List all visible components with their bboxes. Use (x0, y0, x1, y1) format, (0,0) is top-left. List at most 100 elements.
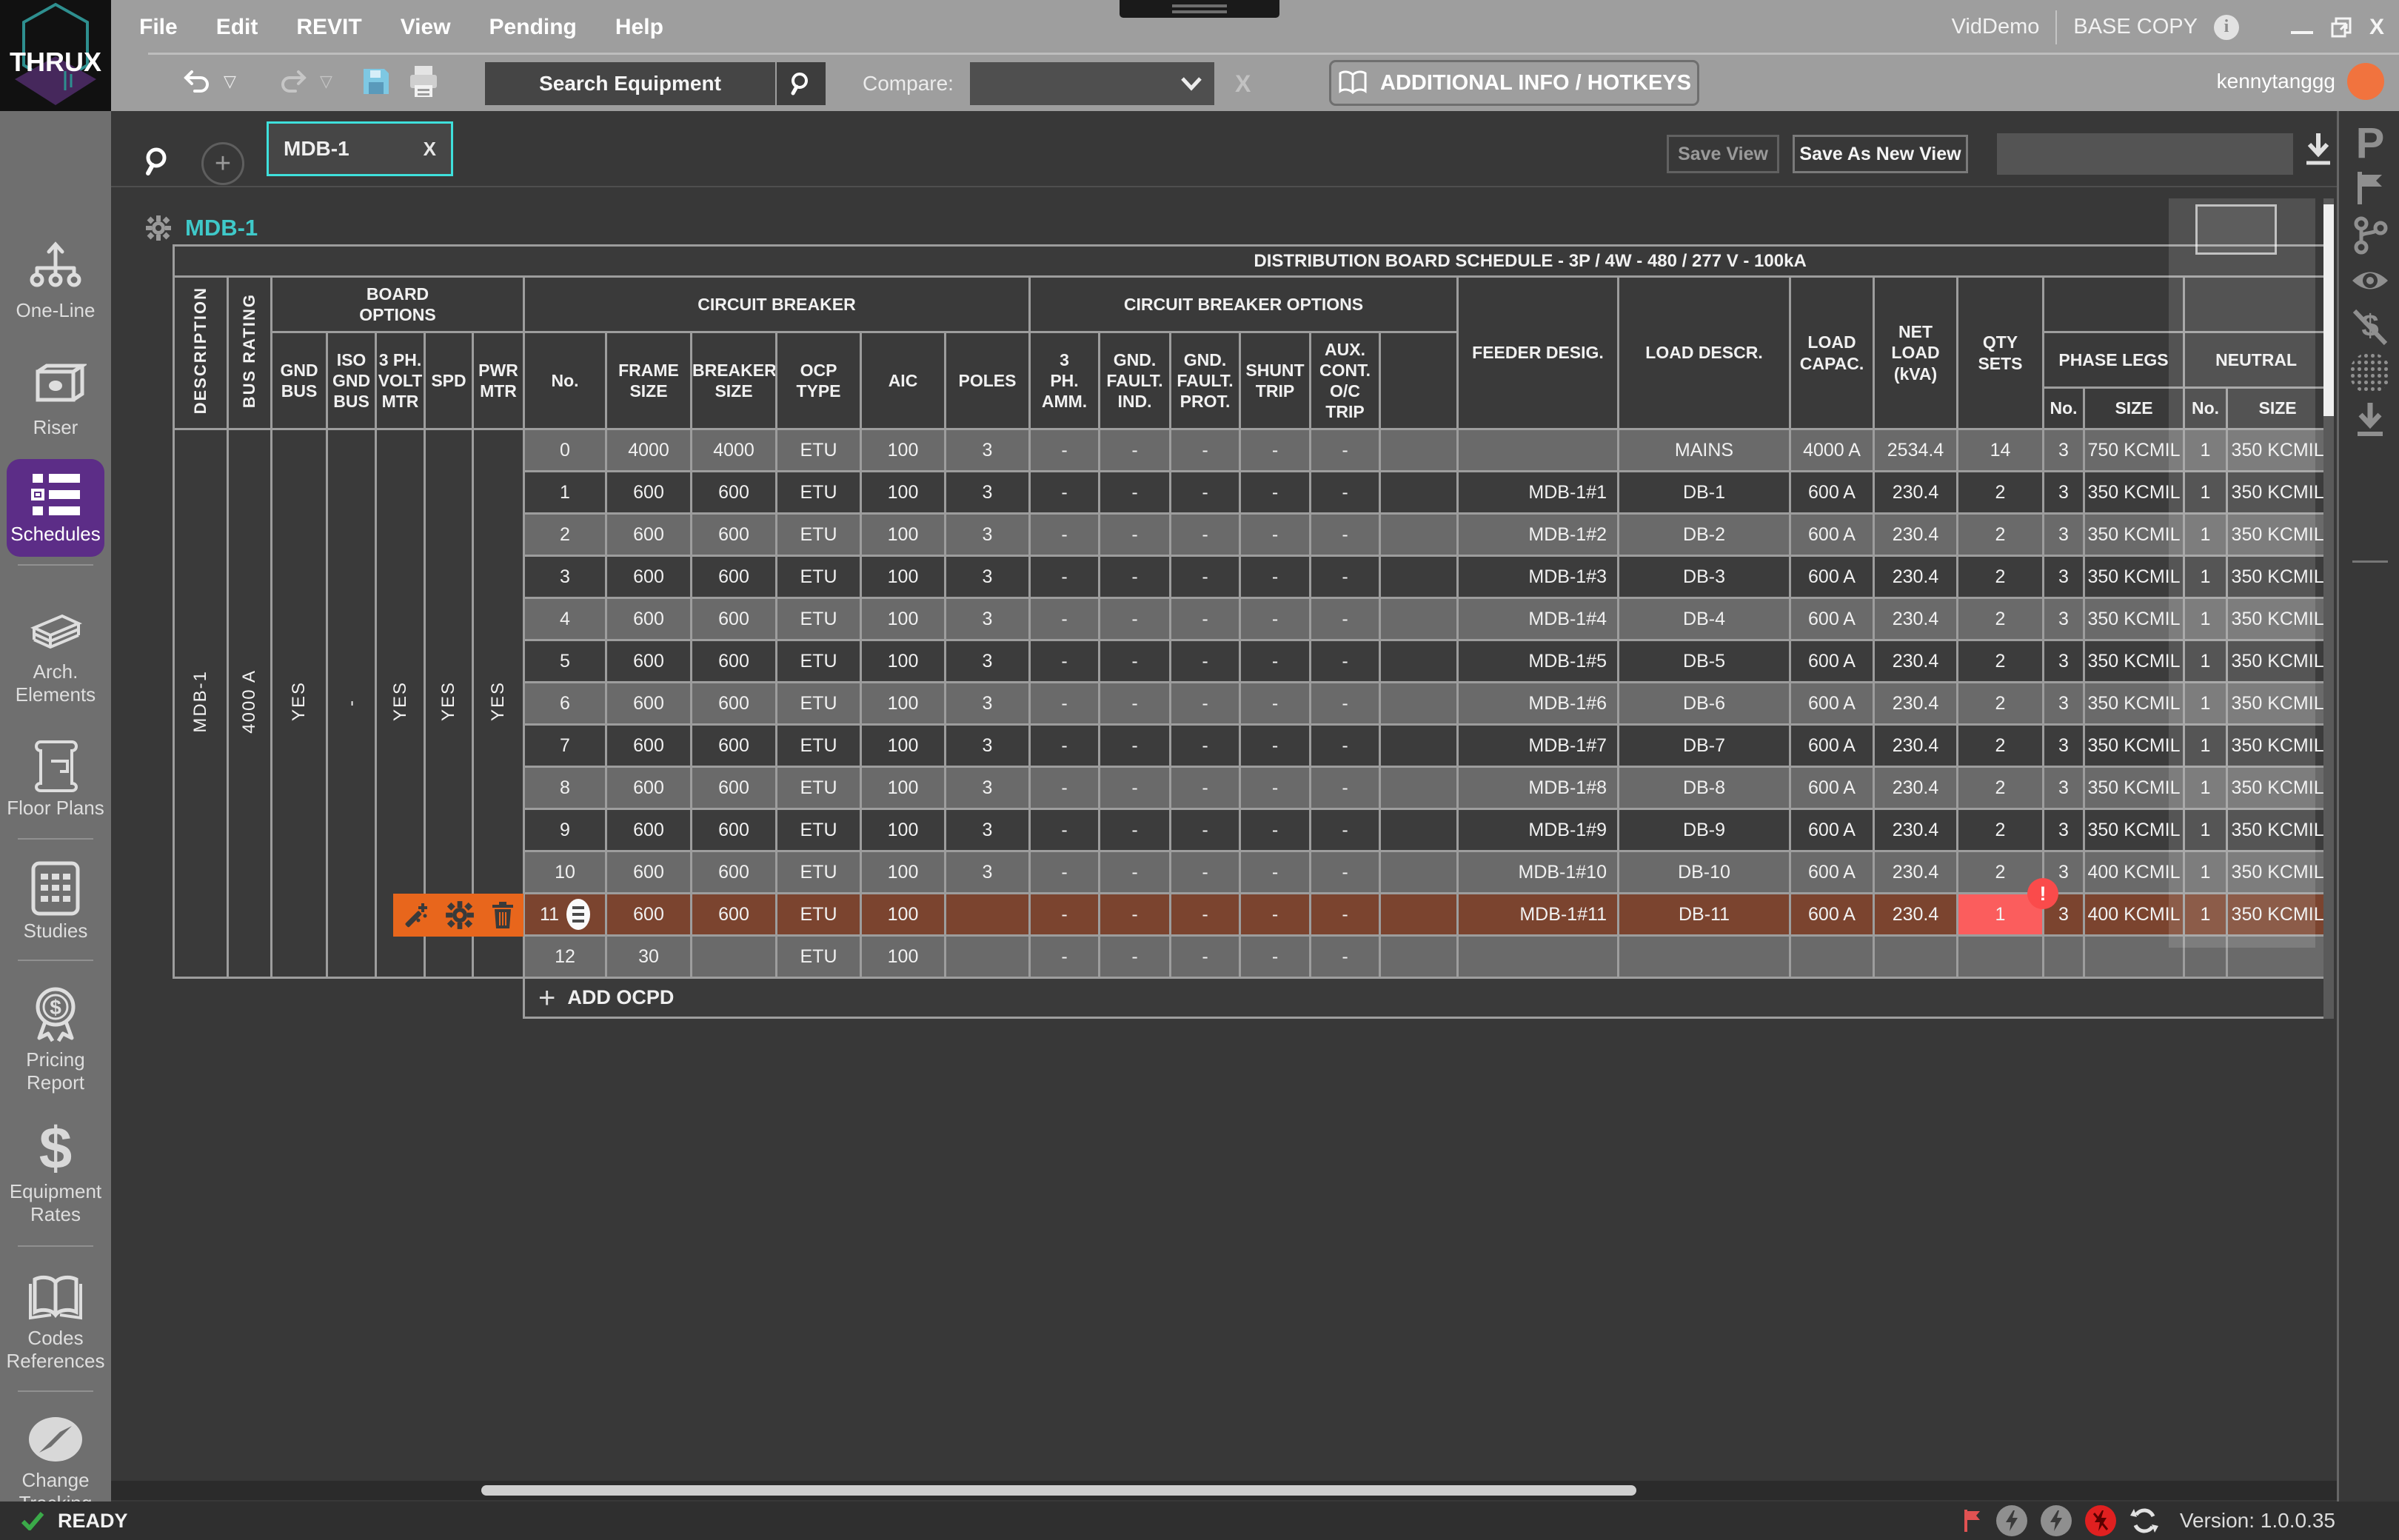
pricing-panel-icon[interactable]: P (2339, 118, 2399, 168)
load-capac-cell[interactable]: 600 A (1790, 556, 1874, 598)
3ph-amm-cell[interactable]: - (1030, 683, 1100, 725)
actions-cell[interactable] (1380, 683, 1458, 725)
ocp-type-cell[interactable]: ETU (777, 683, 861, 725)
additional-info-button[interactable]: ADDITIONAL INFO / HOTKEYS (1329, 60, 1699, 106)
feeder-desig-cell[interactable]: MDB-1#1 (1458, 472, 1619, 514)
sidebar-item-codes-references[interactable]: Codes References (0, 1272, 111, 1373)
load-capac-cell[interactable] (1790, 936, 1874, 978)
close-button[interactable]: X (2369, 15, 2384, 40)
net-load-cell[interactable]: 230.4 (1874, 472, 1958, 514)
aux-cont-cell[interactable]: - (1311, 851, 1380, 894)
frame-size-cell[interactable]: 600 (606, 894, 692, 936)
load-capac-cell[interactable]: 600 A (1790, 809, 1874, 851)
aic-cell[interactable]: 100 (861, 809, 946, 851)
aic-cell[interactable]: 100 (861, 936, 946, 978)
load-capac-cell[interactable]: 600 A (1790, 767, 1874, 809)
aux-cont-cell[interactable]: - (1311, 514, 1380, 556)
load-capac-cell[interactable]: 4000 A (1790, 429, 1874, 472)
menu-view[interactable]: View (401, 15, 451, 40)
gnd-fault-ind-cell[interactable]: - (1100, 472, 1171, 514)
shunt-trip-cell[interactable]: - (1240, 598, 1311, 640)
aux-cont-cell[interactable]: - (1311, 640, 1380, 683)
qty-sets-cell[interactable]: 2 (1958, 514, 2044, 556)
refresh-icon[interactable] (2129, 1506, 2159, 1536)
poles-cell[interactable]: 3 (946, 472, 1030, 514)
actions-cell[interactable] (1380, 809, 1458, 851)
minimap-viewport[interactable] (2195, 204, 2277, 255)
load-descr-cell[interactable]: MAINS (1619, 429, 1790, 472)
breaker-size-cell[interactable] (692, 936, 777, 978)
ocp-type-cell[interactable]: ETU (777, 556, 861, 598)
ocp-type-cell[interactable]: ETU (777, 640, 861, 683)
load-descr-cell[interactable]: DB-5 (1619, 640, 1790, 683)
shunt-trip-cell[interactable]: - (1240, 894, 1311, 936)
gnd-fault-ind-cell[interactable]: - (1100, 598, 1171, 640)
magic-wand-icon[interactable] (401, 900, 430, 930)
gnd-fault-ind-cell[interactable]: - (1100, 683, 1171, 725)
shunt-trip-cell[interactable]: - (1240, 556, 1311, 598)
actions-cell[interactable] (1380, 556, 1458, 598)
frame-size-cell[interactable]: 600 (606, 725, 692, 767)
gnd-fault-prot-cell[interactable]: - (1171, 767, 1240, 809)
load-capac-cell[interactable]: 600 A (1790, 683, 1874, 725)
menu-edit[interactable]: Edit (216, 15, 258, 40)
net-load-cell[interactable]: 230.4 (1874, 809, 1958, 851)
shunt-trip-cell[interactable]: - (1240, 429, 1311, 472)
add-ocpd-button[interactable]: + ADD OCPD (523, 977, 2327, 1019)
feeder-desig-cell[interactable]: MDB-1#2 (1458, 514, 1619, 556)
aux-cont-cell[interactable]: - (1311, 936, 1380, 978)
breaker-size-cell[interactable]: 600 (692, 683, 777, 725)
aic-cell[interactable]: 100 (861, 683, 946, 725)
no-cell[interactable]: 4 (524, 598, 606, 640)
compare-dropdown[interactable] (970, 62, 1214, 105)
branch-panel-icon[interactable] (2339, 216, 2399, 255)
frame-size-cell[interactable]: 600 (606, 851, 692, 894)
poles-cell[interactable] (946, 894, 1030, 936)
net-load-cell[interactable]: 230.4 (1874, 640, 1958, 683)
load-descr-cell[interactable]: DB-3 (1619, 556, 1790, 598)
3ph-amm-cell[interactable]: - (1030, 640, 1100, 683)
gnd-fault-prot-cell[interactable]: - (1171, 851, 1240, 894)
export-icon[interactable] (2301, 132, 2335, 169)
aic-cell[interactable]: 100 (861, 640, 946, 683)
frame-size-cell[interactable]: 600 (606, 598, 692, 640)
vertical-scrollbar[interactable] (2323, 198, 2334, 1019)
aic-cell[interactable]: 100 (861, 429, 946, 472)
ocp-type-cell[interactable]: ETU (777, 851, 861, 894)
breaker-size-cell[interactable]: 600 (692, 556, 777, 598)
gnd-fault-prot-cell[interactable]: - (1171, 725, 1240, 767)
gnd-fault-prot-cell[interactable]: - (1171, 472, 1240, 514)
qty-sets-cell[interactable]: 14 (1958, 429, 2044, 472)
frame-size-cell[interactable]: 600 (606, 514, 692, 556)
no-cell[interactable]: 9 (524, 809, 606, 851)
phase-no-cell[interactable]: 3 (2044, 472, 2084, 514)
minimize-button[interactable] (2291, 31, 2313, 34)
qty-sets-cell[interactable]: 2 (1958, 767, 2044, 809)
no-pricing-panel-icon[interactable]: $ (2339, 305, 2399, 348)
board-settings-gear-icon[interactable] (145, 215, 172, 241)
breaker-size-cell[interactable]: 600 (692, 894, 777, 936)
qty-sets-cell[interactable]: 2 (1958, 556, 2044, 598)
load-descr-cell[interactable] (1619, 936, 1790, 978)
menu-file[interactable]: File (139, 15, 178, 40)
eye-panel-icon[interactable] (2339, 268, 2399, 293)
net-load-cell[interactable]: 2534.4 (1874, 429, 1958, 472)
phase-no-cell[interactable]: 3 (2044, 514, 2084, 556)
poles-cell[interactable]: 3 (946, 514, 1030, 556)
no-cell[interactable]: 2 (524, 514, 606, 556)
shunt-trip-cell[interactable]: - (1240, 683, 1311, 725)
poles-cell[interactable]: 3 (946, 725, 1030, 767)
add-tab-button[interactable]: + (201, 142, 244, 185)
gnd-fault-ind-cell[interactable]: - (1100, 767, 1171, 809)
no-cell[interactable]: 0 (524, 429, 606, 472)
ocp-type-cell[interactable]: ETU (777, 598, 861, 640)
actions-cell[interactable] (1380, 725, 1458, 767)
aic-cell[interactable]: 100 (861, 472, 946, 514)
gnd-fault-ind-cell[interactable]: - (1100, 809, 1171, 851)
poles-cell[interactable]: 3 (946, 683, 1030, 725)
phase-no-cell[interactable]: 3 (2044, 767, 2084, 809)
3ph-amm-cell[interactable]: - (1030, 851, 1100, 894)
no-cell[interactable]: 3 (524, 556, 606, 598)
breaker-size-cell[interactable]: 600 (692, 640, 777, 683)
gnd-fault-prot-cell[interactable]: - (1171, 809, 1240, 851)
